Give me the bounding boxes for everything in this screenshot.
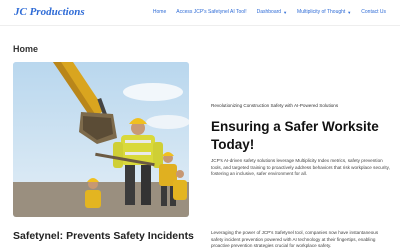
chevron-down-icon: ▼ (283, 9, 288, 15)
page-title: Home (13, 44, 39, 54)
site-header: JC Productions Home Access JCP's Safetyn… (0, 0, 400, 26)
nav-dashboard[interactable]: Dashboard ▼ (257, 9, 287, 15)
nav-home-label: Home (152, 9, 167, 15)
main-nav: Home Access JCP's Safetynel AI Tool! Das… (153, 9, 386, 15)
site-logo[interactable]: JC Productions (14, 6, 85, 18)
nav-dashboard-label: Dashboard (256, 9, 282, 15)
nav-safetynel-tool-label: Access JCP's Safetynel AI Tool! (176, 9, 247, 15)
nav-home[interactable]: Home (153, 9, 166, 15)
section-title: Safetynel: Prevents Safety Incidents (13, 230, 194, 242)
hero-intro-text: JCP's AI-driven safety solutions leverag… (211, 158, 390, 177)
nav-contact-us-label: Contact Us (361, 9, 386, 15)
nav-multiplicity-label: Multiplicity of Thought (297, 9, 346, 15)
section-text: Leveraging the power of JCP's Safetynel … (211, 230, 379, 249)
hero-eyebrow: Revolutionizing Construction Safety with… (211, 103, 339, 108)
nav-safetynel-tool[interactable]: Access JCP's Safetynel AI Tool! (176, 9, 246, 15)
nav-contact-us[interactable]: Contact Us (361, 9, 386, 15)
hero-image (13, 62, 189, 217)
nav-multiplicity-of-thought[interactable]: Multiplicity of Thought ▼ (297, 9, 351, 15)
chevron-down-icon: ▼ (347, 9, 352, 15)
hero-headline: Ensuring a Safer Worksite Today! (211, 119, 379, 152)
